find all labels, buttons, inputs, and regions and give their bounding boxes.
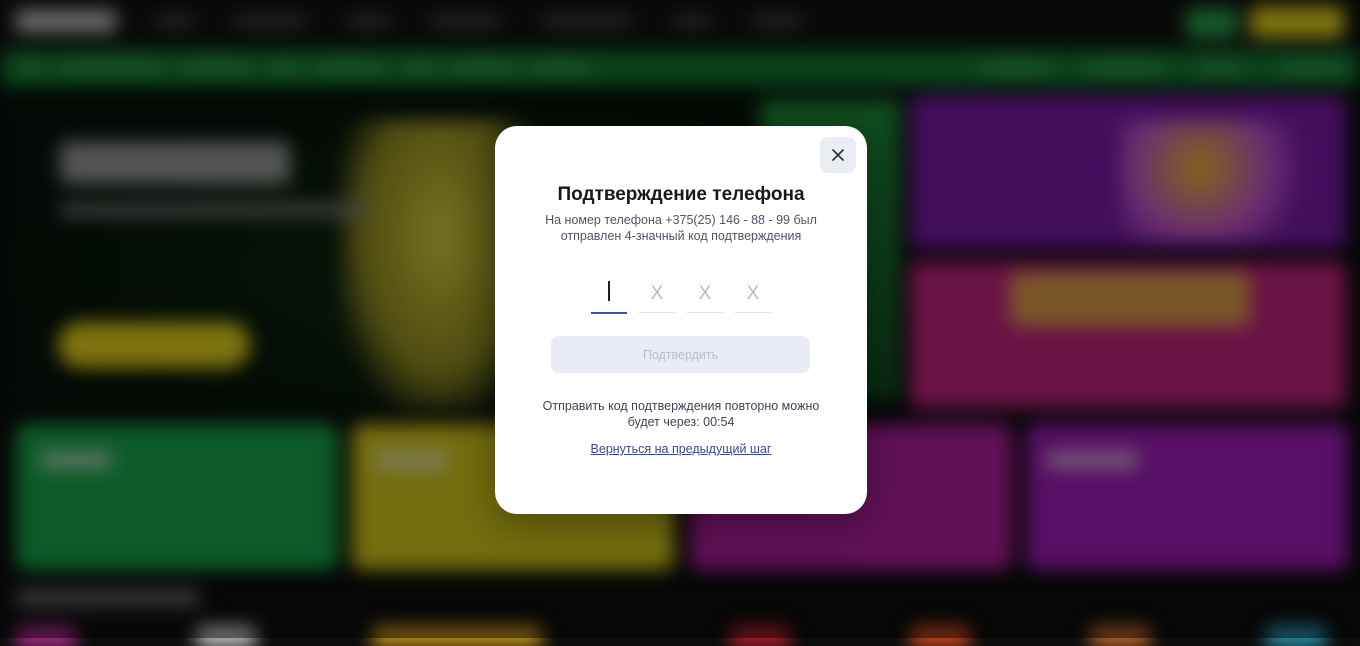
modal-description: На номер телефона +375(25) 146 - 88 - 99…	[545, 213, 817, 243]
close-button[interactable]	[820, 137, 856, 173]
resend-timer-text: Отправить код подтверждения повторно мож…	[542, 399, 820, 429]
phone-confirmation-modal: Подтверждение телефона На номер телефона…	[495, 126, 867, 514]
code-cell-wrapper	[591, 276, 627, 314]
modal-title: Подтверждение телефона	[557, 184, 805, 205]
code-digit-4-input[interactable]	[735, 276, 771, 313]
close-icon	[832, 149, 844, 161]
code-digit-3-input[interactable]	[687, 276, 723, 313]
code-digit-2-input[interactable]	[639, 276, 675, 313]
code-input-group	[591, 276, 771, 314]
text-caret	[608, 281, 610, 301]
confirm-button[interactable]: Подтвердить	[551, 336, 810, 373]
back-link[interactable]: Вернуться на предыдущий шаг	[495, 442, 867, 456]
